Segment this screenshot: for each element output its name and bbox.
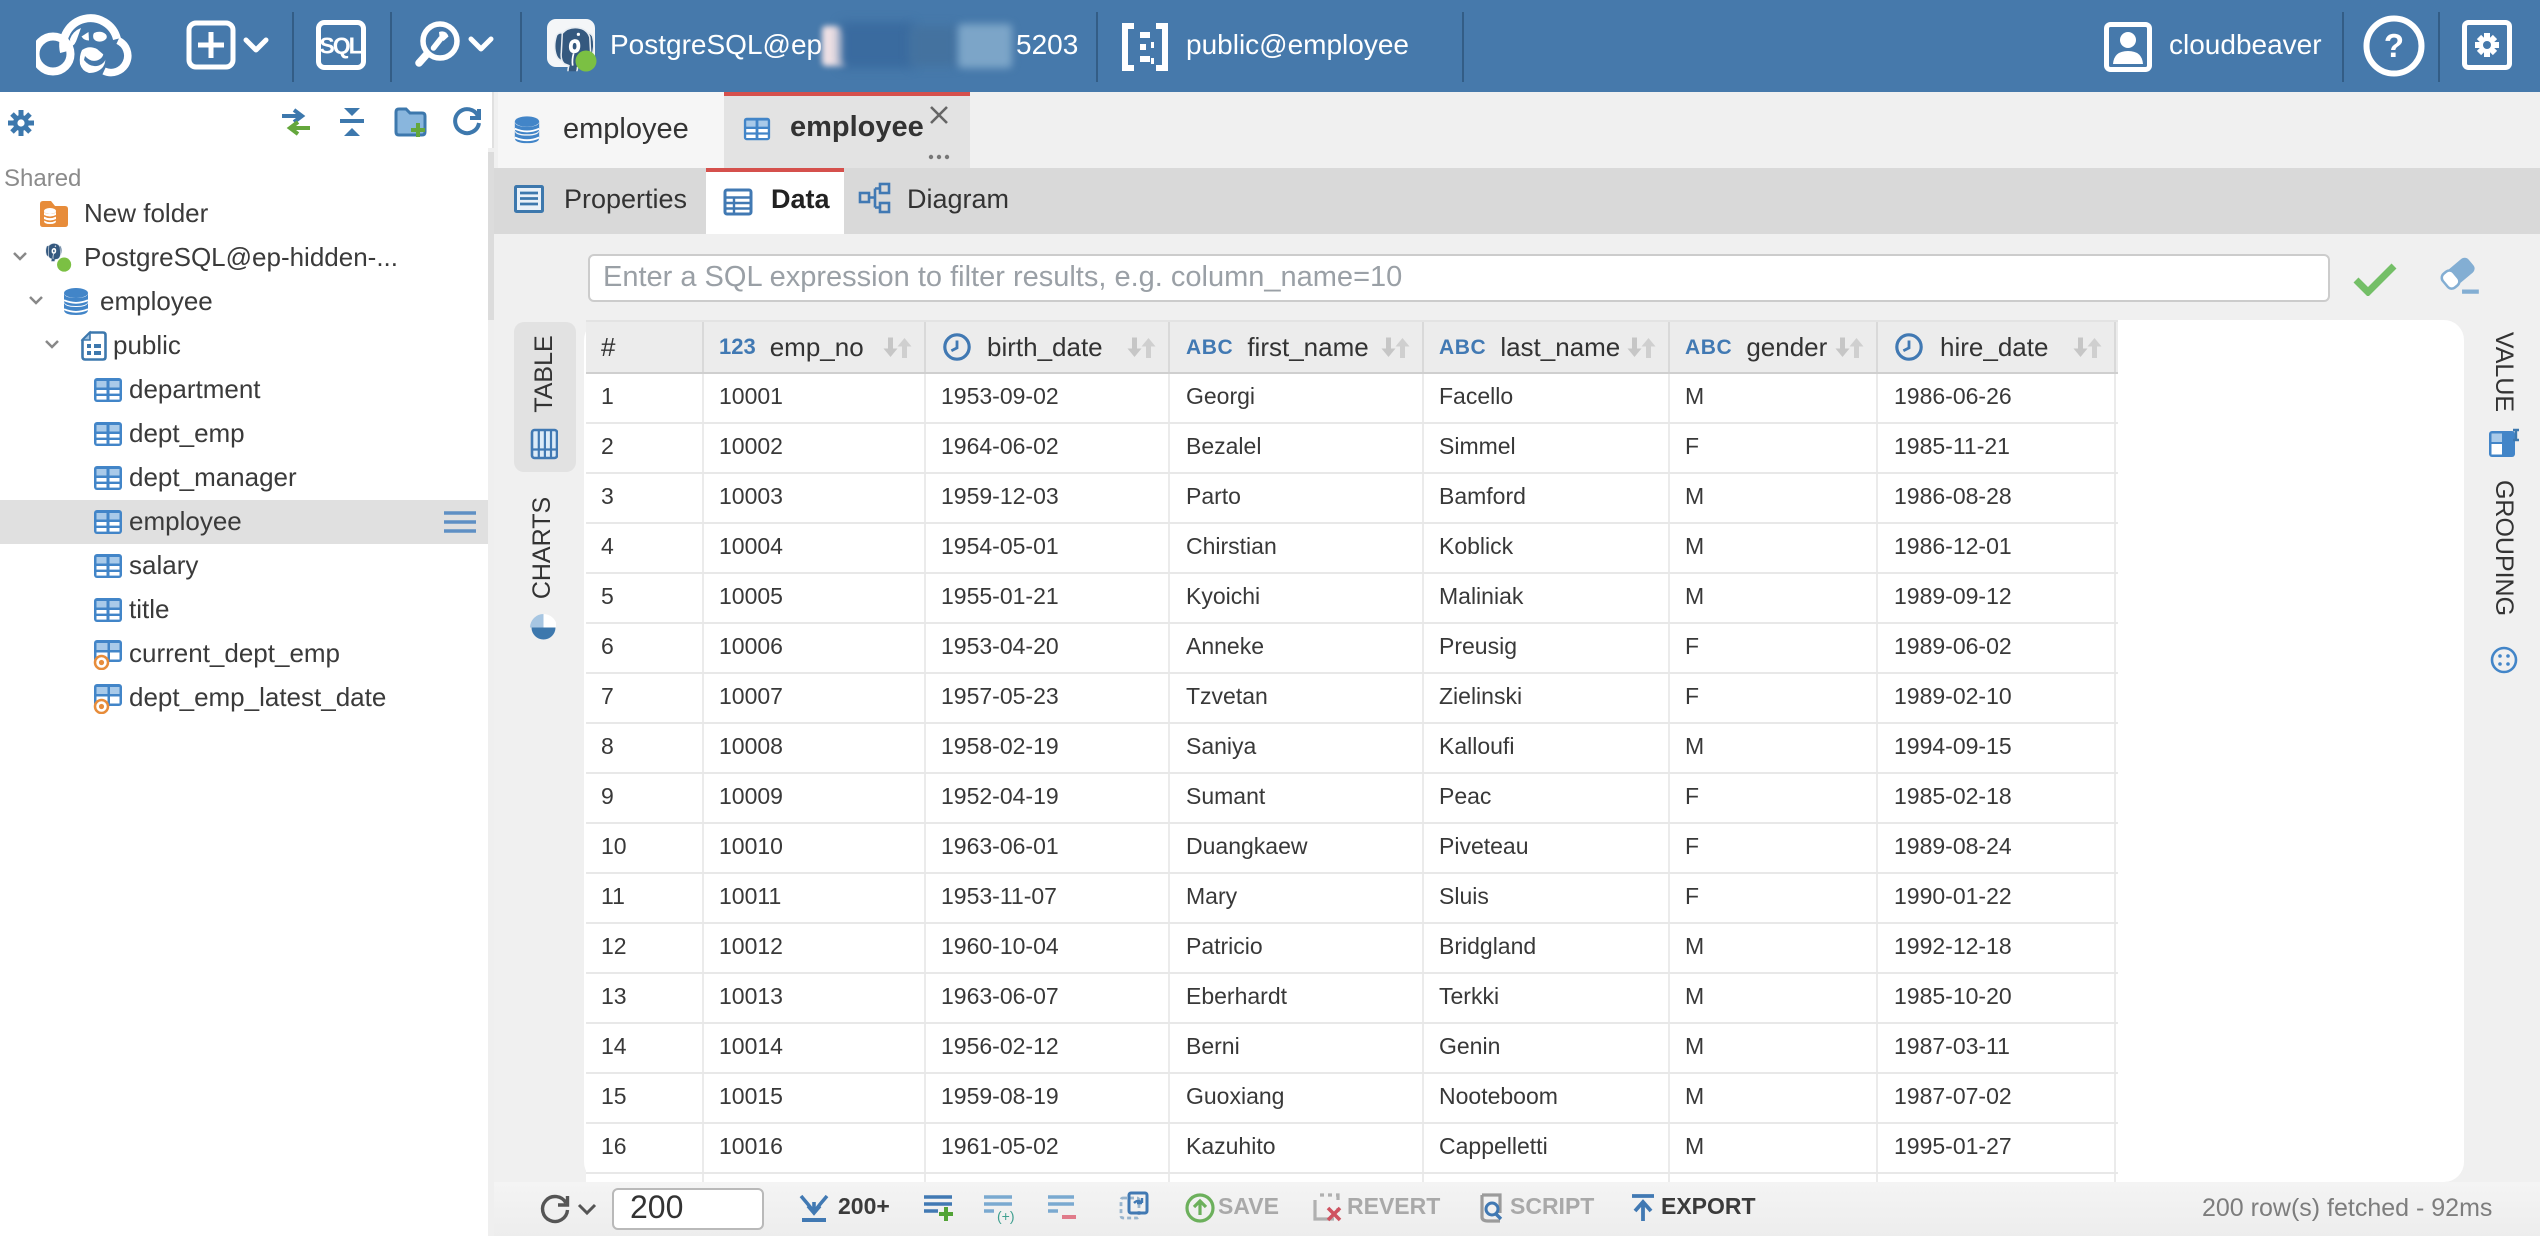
- svg-text:SQL: SQL: [319, 33, 362, 59]
- svg-text:?: ?: [2384, 27, 2404, 64]
- svg-text:(+): (+): [997, 1208, 1015, 1224]
